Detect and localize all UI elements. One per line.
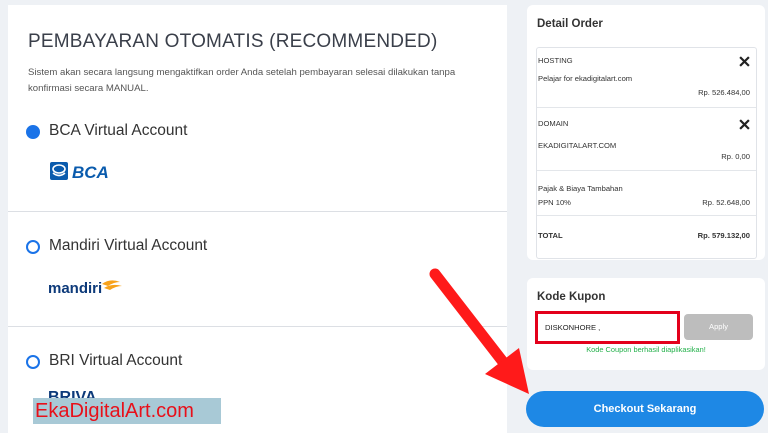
- order-row-divider: [537, 215, 756, 216]
- ppn-price: Rp. 52.648,00: [702, 198, 750, 207]
- mandiri-logo: mandiri: [48, 275, 128, 304]
- payment-panel: PEMBAYARAN OTOMATIS (RECOMMENDED) Sistem…: [8, 5, 507, 433]
- domain-item-name: EKADIGITALART.COM: [538, 141, 617, 150]
- payment-section-title: PEMBAYARAN OTOMATIS (RECOMMENDED): [28, 31, 438, 52]
- coupon-card: Kode Kupon DISKONHORE , Apply Kode Coupo…: [527, 278, 765, 370]
- bca-method-label: BCA Virtual Account: [49, 122, 188, 139]
- order-detail-card: Detail Order HOSTING Pelajar for ekadigi…: [527, 5, 765, 260]
- order-summary-box: HOSTING Pelajar for ekadigitalart.com Rp…: [536, 47, 757, 259]
- order-row-divider: [537, 107, 756, 108]
- checkout-button[interactable]: Checkout Sekarang: [526, 391, 764, 427]
- coupon-success-message: Kode Coupon berhasil diaplikasikan!: [586, 345, 706, 354]
- close-icon[interactable]: [739, 56, 750, 67]
- hosting-item-name: Pelajar for ekadigitalart.com: [538, 74, 633, 83]
- bri-method-label: BRI Virtual Account: [49, 352, 183, 369]
- bca-logo: BCA: [50, 160, 116, 189]
- apply-coupon-button[interactable]: Apply: [684, 314, 753, 340]
- bri-radio[interactable]: [26, 355, 40, 369]
- method-divider: [8, 211, 507, 212]
- total-label: TOTAL: [538, 231, 563, 240]
- mandiri-logo-text: mandiri: [48, 280, 102, 297]
- total-price: Rp. 579.132,00: [697, 231, 750, 240]
- coupon-title: Kode Kupon: [537, 291, 606, 303]
- hosting-price: Rp. 526.484,00: [698, 88, 750, 97]
- close-icon[interactable]: [739, 119, 750, 130]
- domain-price: Rp. 0,00: [721, 152, 750, 161]
- coupon-input[interactable]: DISKONHORE ,: [535, 311, 680, 344]
- payment-section-description: Sistem akan secara langsung mengaktifkan…: [28, 67, 456, 94]
- watermark: EkaDigitalArt.com: [33, 398, 221, 424]
- order-row-divider: [537, 170, 756, 171]
- order-detail-title: Detail Order: [537, 18, 603, 30]
- mandiri-radio[interactable]: [26, 240, 40, 254]
- tax-label: Pajak & Biaya Tambahan: [538, 184, 623, 193]
- method-divider: [8, 326, 507, 327]
- ppn-label: PPN 10%: [538, 198, 571, 207]
- bca-radio[interactable]: [26, 125, 40, 139]
- mandiri-method-label: Mandiri Virtual Account: [49, 237, 208, 254]
- bca-logo-text: BCA: [72, 163, 109, 182]
- domain-label: DOMAIN: [538, 119, 569, 128]
- hosting-label: HOSTING: [538, 56, 573, 65]
